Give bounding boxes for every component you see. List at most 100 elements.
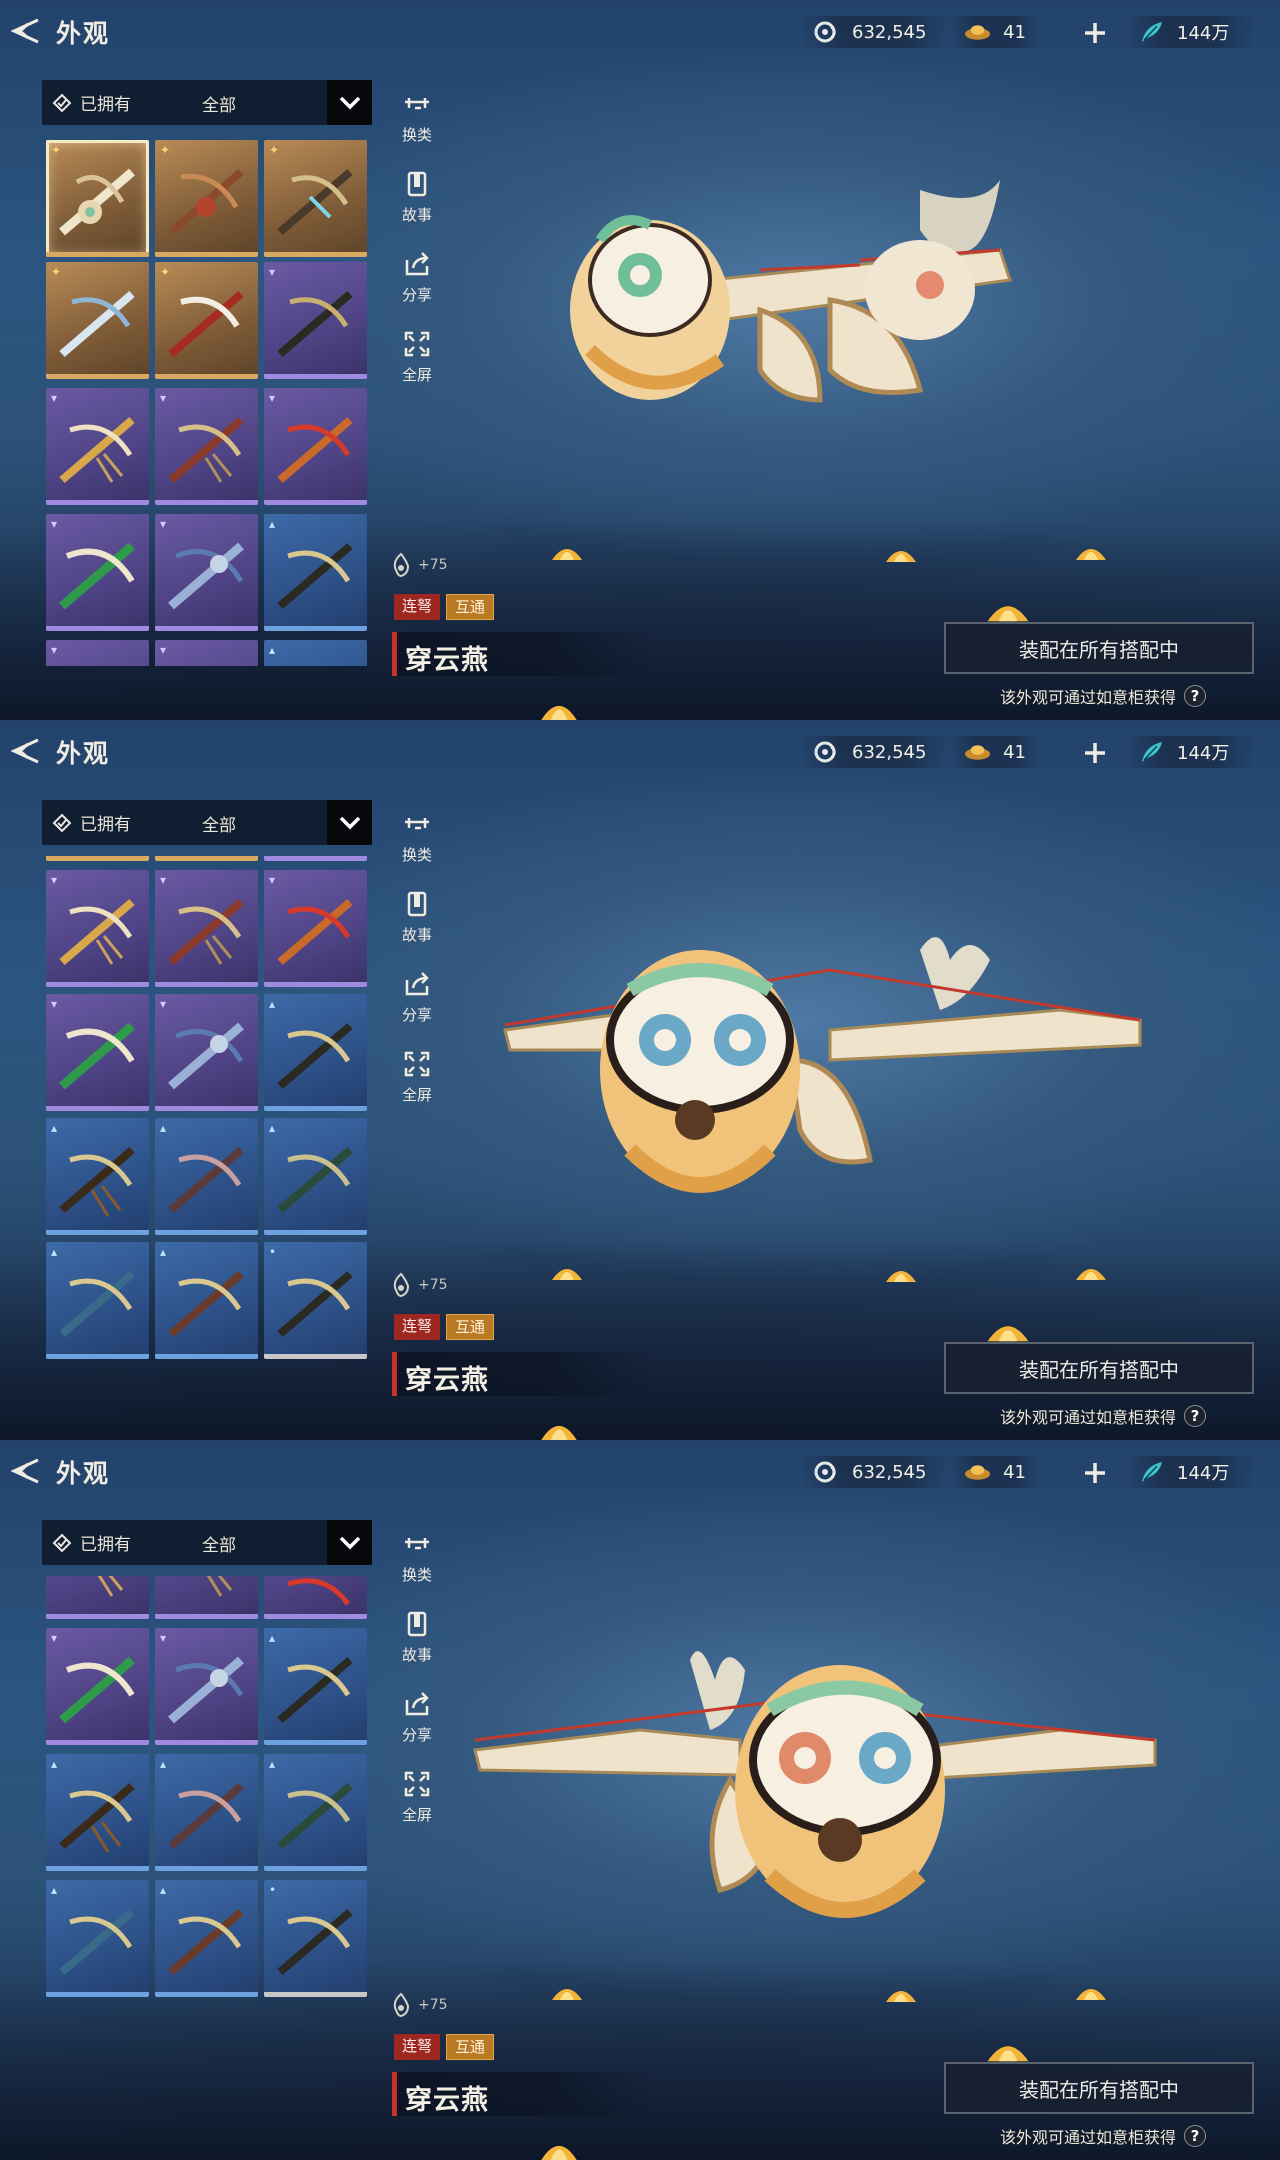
fullscreen-button[interactable]: 全屏 bbox=[392, 1048, 442, 1118]
skin-tile[interactable]: ▾ bbox=[46, 1628, 149, 1745]
story-button[interactable]: 故事 bbox=[392, 168, 442, 238]
lotus-lantern-icon bbox=[541, 1425, 577, 1440]
category-dropdown-button[interactable] bbox=[327, 1520, 372, 1565]
skin-tile[interactable]: ▾ bbox=[264, 870, 367, 987]
skin-tile[interactable] bbox=[46, 856, 149, 861]
skin-tile[interactable]: ▴ bbox=[264, 514, 367, 631]
equip-all-button[interactable]: 装配在所有搭配中 bbox=[944, 622, 1254, 674]
category-dropdown-button[interactable] bbox=[327, 80, 372, 125]
crossbow-swap-icon bbox=[405, 98, 429, 110]
add-currency-button[interactable] bbox=[1080, 1458, 1110, 1488]
feather-amount: 144万 bbox=[1177, 23, 1230, 44]
category-select[interactable]: 全部 bbox=[202, 91, 236, 116]
skin-tile[interactable]: ✦ bbox=[155, 262, 258, 379]
skin-tile[interactable] bbox=[155, 856, 258, 861]
skin-tile[interactable]: ▴ bbox=[155, 1242, 258, 1359]
skin-tile[interactable]: ✦ bbox=[155, 140, 258, 257]
equip-all-button[interactable]: 装配在所有搭配中 bbox=[944, 2062, 1254, 2114]
crossbow-swap-icon bbox=[405, 818, 429, 830]
skin-tile[interactable]: ▾ bbox=[46, 994, 149, 1111]
help-icon[interactable]: ? bbox=[1184, 1405, 1207, 1427]
add-currency-button[interactable] bbox=[1080, 18, 1110, 48]
crossbow-model[interactable] bbox=[560, 170, 1170, 510]
skin-tile[interactable]: ▴ bbox=[155, 1118, 258, 1235]
top-bar: 外观 632,545 41 144万 bbox=[0, 1440, 1280, 1504]
skin-tile[interactable] bbox=[264, 856, 367, 861]
skin-tile[interactable]: ▴ bbox=[46, 1242, 149, 1359]
skin-tile[interactable]: ▴ bbox=[46, 1880, 149, 1997]
flame-emblem-icon bbox=[393, 1272, 410, 1298]
skin-tile[interactable]: ▴ bbox=[155, 1754, 258, 1871]
share-button[interactable]: 分享 bbox=[392, 1688, 442, 1758]
skin-tile[interactable]: ▴ bbox=[264, 640, 367, 666]
skin-tile[interactable]: • bbox=[264, 1880, 367, 1997]
skin-tile[interactable]: ▾ bbox=[155, 388, 258, 505]
share-button[interactable]: 分享 bbox=[392, 248, 442, 318]
crossbow-model[interactable] bbox=[500, 920, 1170, 1240]
share-label: 分享 bbox=[401, 1006, 432, 1024]
skin-tile[interactable]: • bbox=[264, 1242, 367, 1359]
fullscreen-button[interactable]: 全屏 bbox=[392, 328, 442, 398]
story-button[interactable]: 故事 bbox=[392, 1608, 442, 1678]
skin-tile[interactable]: ▾ bbox=[155, 870, 258, 987]
skin-tile[interactable]: ✦ bbox=[46, 140, 149, 257]
crossbow-thumbnail-icon bbox=[168, 542, 244, 610]
skin-tile[interactable]: ▾ bbox=[46, 870, 149, 987]
skin-tile[interactable]: ▴ bbox=[46, 1754, 149, 1871]
obtain-hint-text: 该外观可通过如意柜获得 bbox=[1000, 1408, 1177, 1427]
category-select[interactable]: 全部 bbox=[202, 811, 236, 836]
skin-tile[interactable]: ✦ bbox=[264, 140, 367, 257]
skin-tile[interactable]: ▾ bbox=[46, 388, 149, 505]
skin-tile[interactable]: ▾ bbox=[155, 640, 258, 666]
lotus-lantern-icon bbox=[552, 1269, 582, 1280]
skin-tile[interactable]: ▾ bbox=[264, 262, 367, 379]
skin-tile[interactable]: ▾ bbox=[155, 994, 258, 1111]
crossbow-thumbnail-icon bbox=[59, 1022, 135, 1090]
lotus-lantern-icon bbox=[987, 1326, 1029, 1342]
power-bonus: +75 bbox=[390, 552, 448, 578]
crossbow-thumbnail-icon bbox=[277, 1908, 353, 1976]
swap-class-button[interactable]: 换类 bbox=[392, 1528, 442, 1598]
swap-class-button[interactable]: 换类 bbox=[392, 88, 442, 158]
skin-tile[interactable]: ▾ bbox=[155, 1628, 258, 1745]
back-arrow-icon[interactable] bbox=[8, 1456, 46, 1486]
share-button[interactable]: 分享 bbox=[392, 968, 442, 1038]
skin-tile[interactable]: ▾ bbox=[264, 388, 367, 505]
fullscreen-button[interactable]: 全屏 bbox=[392, 1768, 442, 1838]
filter-bar: 已拥有 全部 bbox=[42, 800, 372, 845]
back-arrow-icon[interactable] bbox=[8, 16, 46, 46]
page-title: 外观 bbox=[56, 739, 111, 768]
power-value: +75 bbox=[418, 557, 448, 573]
skin-tile[interactable]: ▾ bbox=[155, 514, 258, 631]
chevron-down-icon bbox=[339, 96, 360, 109]
owned-filter[interactable]: 已拥有 bbox=[42, 1520, 156, 1565]
skin-tile[interactable]: ▴ bbox=[264, 1754, 367, 1871]
back-arrow-icon[interactable] bbox=[8, 736, 46, 766]
add-currency-button[interactable] bbox=[1080, 738, 1110, 768]
skin-tile[interactable]: ▾ bbox=[46, 640, 149, 666]
swap-class-button[interactable]: 换类 bbox=[392, 808, 442, 878]
skin-tile[interactable]: ▴ bbox=[155, 1880, 258, 1997]
story-button[interactable]: 故事 bbox=[392, 888, 442, 958]
category-dropdown-button[interactable] bbox=[327, 800, 372, 845]
crossbow-swap-icon bbox=[405, 1538, 429, 1550]
owned-filter[interactable]: 已拥有 bbox=[42, 800, 156, 845]
category-select[interactable]: 全部 bbox=[202, 1531, 236, 1556]
obtain-hint: 该外观可通过如意柜获得 ? bbox=[1000, 684, 1207, 708]
skin-tile[interactable]: ▾ bbox=[46, 514, 149, 631]
skin-tile[interactable] bbox=[264, 1576, 367, 1619]
skin-tile[interactable]: ▴ bbox=[264, 994, 367, 1111]
skin-tile[interactable]: ✦ bbox=[46, 262, 149, 379]
skin-tile[interactable]: ▴ bbox=[264, 1118, 367, 1235]
crossbow-model[interactable] bbox=[460, 1640, 1170, 1960]
feather-amount: 144万 bbox=[1177, 1463, 1230, 1484]
help-icon[interactable]: ? bbox=[1184, 685, 1207, 707]
skin-tile[interactable]: ▴ bbox=[264, 1628, 367, 1745]
help-icon[interactable]: ? bbox=[1184, 2125, 1207, 2147]
owned-filter[interactable]: 已拥有 bbox=[42, 80, 156, 125]
currency-jade: 632,545 bbox=[800, 736, 950, 768]
equip-all-button[interactable]: 装配在所有搭配中 bbox=[944, 1342, 1254, 1394]
skin-tile[interactable] bbox=[46, 1576, 149, 1619]
skin-tile[interactable] bbox=[155, 1576, 258, 1619]
skin-tile[interactable]: ▴ bbox=[46, 1118, 149, 1235]
